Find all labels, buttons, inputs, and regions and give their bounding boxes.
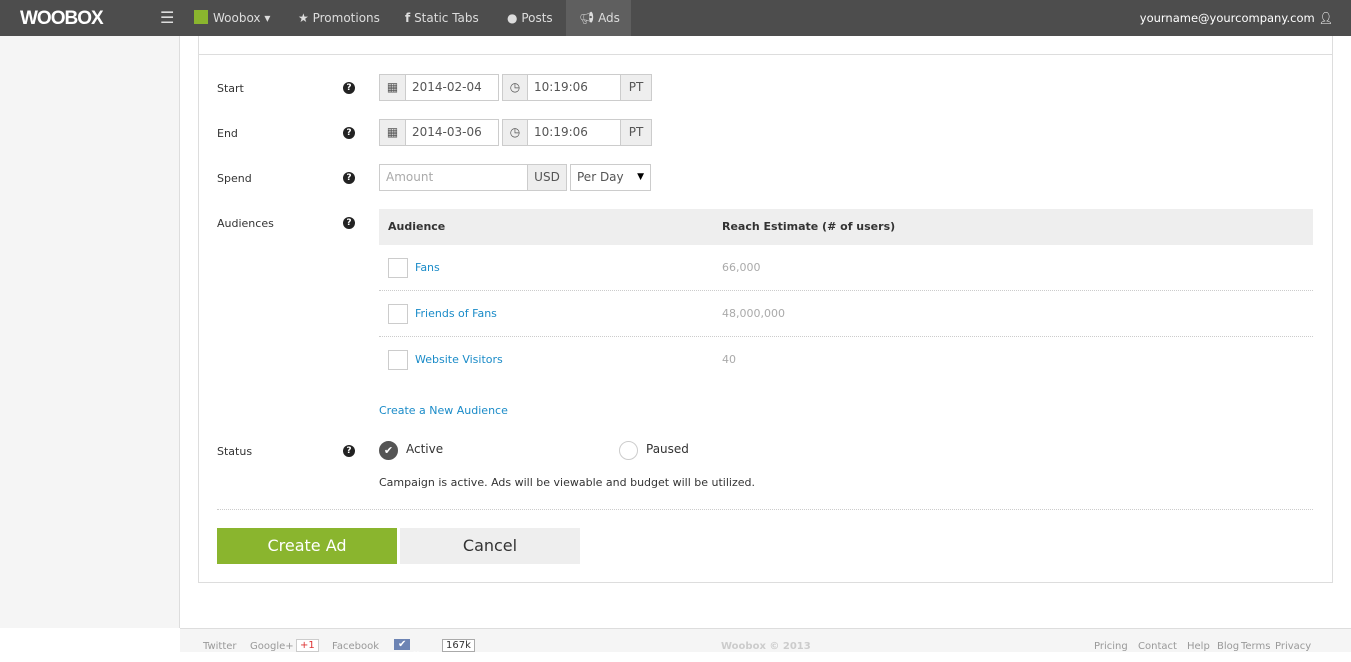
help-icon[interactable]: ? bbox=[343, 127, 355, 139]
end-label: End bbox=[217, 127, 238, 140]
paused-radio[interactable] bbox=[619, 441, 638, 460]
copyright: Woobox © 2013 bbox=[721, 641, 811, 652]
help-icon[interactable]: ? bbox=[343, 445, 355, 457]
active-label: Active bbox=[406, 442, 444, 456]
reach-value: 48,000,000 bbox=[722, 307, 785, 320]
sidebar bbox=[0, 36, 180, 628]
create-ad-button[interactable]: Create Ad bbox=[217, 528, 397, 564]
end-time-input[interactable]: 10:19:06 bbox=[527, 119, 621, 146]
user-menu[interactable]: yourname@yourcompany.com 👤︎ bbox=[1140, 0, 1333, 36]
divider bbox=[199, 54, 1332, 55]
audiences-table: Audience Reach Estimate (# of users) Fan… bbox=[379, 209, 1313, 383]
spend-label: Spend bbox=[217, 172, 252, 185]
active-radio[interactable]: ✔ bbox=[379, 441, 398, 460]
woobox-icon bbox=[194, 10, 208, 24]
currency-label: USD bbox=[527, 164, 567, 191]
cancel-button[interactable]: Cancel bbox=[400, 528, 580, 564]
footer-contact[interactable]: Contact bbox=[1138, 641, 1177, 652]
column-reach: Reach Estimate (# of users) bbox=[722, 220, 896, 233]
reach-value: 66,000 bbox=[722, 261, 761, 274]
audience-checkbox[interactable] bbox=[388, 258, 408, 278]
nav-posts[interactable]: ● Posts bbox=[499, 0, 561, 36]
nav-promotions[interactable]: ★ Promotions bbox=[290, 0, 388, 36]
nav-static-tabs[interactable]: f Static Tabs bbox=[397, 0, 487, 36]
top-nav: WOOBOX ☰ Woobox ▾ ★ Promotions f Static … bbox=[0, 0, 1351, 36]
calendar-icon[interactable]: ▦ bbox=[379, 74, 406, 101]
footer-pricing[interactable]: Pricing bbox=[1094, 641, 1128, 652]
start-label: Start bbox=[217, 82, 244, 95]
user-icon: 👤︎ bbox=[1318, 11, 1333, 25]
like-count: 167k bbox=[442, 639, 475, 652]
help-icon[interactable]: ? bbox=[343, 172, 355, 184]
audience-link[interactable]: Friends of Fans bbox=[415, 291, 497, 337]
footer-googleplus[interactable]: Google+ bbox=[250, 641, 294, 652]
paused-label: Paused bbox=[646, 442, 689, 456]
audience-link[interactable]: Website Visitors bbox=[415, 337, 503, 383]
start-time-input[interactable]: 10:19:06 bbox=[527, 74, 621, 101]
status-label: Status bbox=[217, 445, 253, 458]
footer-privacy[interactable]: Privacy bbox=[1275, 641, 1311, 652]
footer-twitter[interactable]: Twitter bbox=[203, 641, 237, 652]
audiences-label: Audiences bbox=[217, 217, 274, 230]
help-icon[interactable]: ? bbox=[343, 217, 355, 229]
clock-icon[interactable]: ◷ bbox=[502, 119, 528, 146]
audience-checkbox[interactable] bbox=[388, 350, 408, 370]
audience-link[interactable]: Fans bbox=[415, 245, 440, 291]
footer-blog[interactable]: Blog bbox=[1217, 641, 1239, 652]
comment-icon: ● bbox=[507, 11, 518, 25]
clock-icon[interactable]: ◷ bbox=[502, 74, 528, 101]
woobox-logo[interactable]: WOOBOX bbox=[20, 8, 104, 30]
start-date-input[interactable]: 2014-02-04 bbox=[405, 74, 499, 101]
period-select[interactable]: Per Day ▼ bbox=[570, 164, 651, 191]
footer-terms[interactable]: Terms bbox=[1241, 641, 1270, 652]
end-date-input[interactable]: 2014-03-06 bbox=[405, 119, 499, 146]
divider bbox=[217, 509, 1313, 510]
star-icon: ★ bbox=[298, 11, 309, 25]
facebook-like-button[interactable]: ✔ Like bbox=[394, 639, 429, 662]
timezone-label: PT bbox=[620, 119, 652, 146]
help-icon[interactable]: ? bbox=[343, 82, 355, 94]
column-audience: Audience bbox=[388, 220, 446, 233]
create-audience-link[interactable]: Create a New Audience bbox=[379, 404, 508, 417]
footer: Twitter Google+ +1 Facebook ✔ Like 167k … bbox=[180, 628, 1351, 662]
bullhorn-icon: 📢︎ bbox=[579, 11, 595, 25]
calendar-icon[interactable]: ▦ bbox=[379, 119, 406, 146]
table-row: Friends of Fans 48,000,000 bbox=[379, 291, 1313, 337]
menu-icon[interactable]: ☰ bbox=[152, 0, 182, 36]
footer-help[interactable]: Help bbox=[1187, 641, 1210, 652]
reach-value: 40 bbox=[722, 353, 736, 366]
table-header: Audience Reach Estimate (# of users) bbox=[379, 209, 1313, 245]
google-plus-one-button[interactable]: +1 bbox=[296, 639, 319, 652]
footer-facebook[interactable]: Facebook bbox=[332, 641, 379, 652]
amount-input[interactable]: Amount bbox=[379, 164, 528, 191]
timezone-label: PT bbox=[620, 74, 652, 101]
table-row: Fans 66,000 bbox=[379, 245, 1313, 291]
status-description: Campaign is active. Ads will be viewable… bbox=[379, 476, 755, 489]
nav-ads[interactable]: 📢︎ Ads bbox=[566, 0, 631, 36]
audience-checkbox[interactable] bbox=[388, 304, 408, 324]
facebook-icon: f bbox=[405, 11, 411, 25]
table-row: Website Visitors 40 bbox=[379, 337, 1313, 383]
nav-brand-dropdown[interactable]: Woobox ▾ bbox=[186, 0, 278, 36]
caret-down-icon: ▼ bbox=[637, 172, 644, 182]
